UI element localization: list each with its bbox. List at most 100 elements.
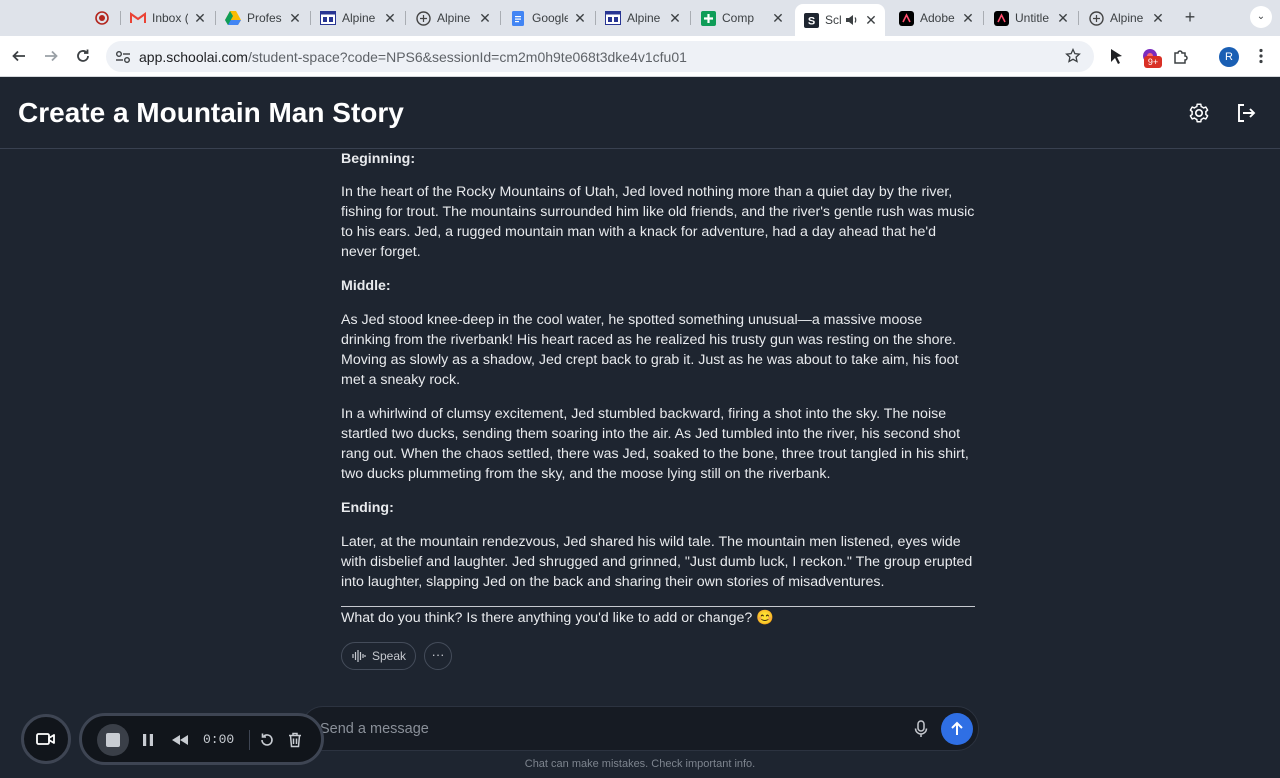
url-path: /student-space?code=NPS6&sessionId=cm2m0… [247,49,687,65]
follow-up-question: What do you think? Is there anything you… [341,610,774,626]
new-tab-button[interactable]: + [1180,7,1200,27]
delete-recording-button[interactable] [285,730,305,750]
close-icon[interactable]: ✕ [192,10,208,26]
close-icon[interactable]: ✕ [960,10,976,26]
adobe-express-icon [993,10,1009,26]
schoolai-icon: S [803,12,819,28]
more-options-button[interactable]: ··· [424,642,452,670]
speak-button[interactable]: Speak [341,642,416,670]
rewind-icon [172,735,188,745]
extension-badge: 9+ [1144,56,1162,68]
url-host: app.schoolai.com [139,49,248,65]
tab-label: Inbox ( [152,11,188,25]
close-icon[interactable]: ✕ [863,12,879,28]
close-icon[interactable]: ✕ [1150,10,1166,26]
arrow-up-icon [951,721,963,735]
recording-timer: 0:00 [203,732,235,747]
close-icon[interactable]: ✕ [667,10,683,26]
browser-toolbar: app.schoolai.com/student-space?code=NPS6… [0,36,1280,77]
site-settings-icon[interactable] [114,48,132,66]
tab-untitled[interactable]: Untitle ✕ [985,4,1077,32]
tab-schoolai-active[interactable]: S Scl ✕ [795,4,885,36]
close-icon[interactable]: ✕ [572,10,588,26]
tab-alpine-1[interactable]: Alpine ✕ [312,4,404,32]
back-button[interactable] [8,45,30,67]
ending-heading: Ending: [341,500,394,516]
beginning-heading: Beginning: [341,151,416,167]
tab-computer[interactable]: Comp ✕ [692,4,792,32]
tab-label: Alpine [627,11,661,25]
microphone-icon [914,720,928,737]
close-icon[interactable]: ✕ [477,10,493,26]
message-input[interactable] [320,719,900,739]
tab-google-docs[interactable]: Google ✕ [502,4,594,32]
reload-button[interactable] [72,45,94,67]
close-icon[interactable]: ✕ [1055,10,1071,26]
middle-paragraph-2: In a whirlwind of clumsy excitement, Jed… [341,406,969,482]
tab-search-button[interactable]: ⌄ [1250,6,1272,28]
middle-heading: Middle: [341,278,391,294]
extensions-button[interactable] [1170,45,1192,67]
adobe-express-icon [898,10,914,26]
tab-inbox[interactable]: Inbox ( ✕ [122,4,214,32]
recording-controls: 0:00 [79,713,324,765]
tab-professional[interactable]: Profes ✕ [217,4,309,32]
tab-alpine-4[interactable]: Alpine ✕ [1080,4,1172,32]
puzzle-icon [1174,50,1188,64]
tab-label: Google [532,11,568,25]
stop-recording-button[interactable] [97,724,129,756]
close-icon[interactable]: ✕ [382,10,398,26]
camera-button[interactable] [21,714,71,764]
speaker-icon[interactable] [845,13,859,30]
restart-icon [261,733,273,746]
kebab-menu-icon [1259,48,1263,64]
app-header: Create a Mountain Man Story [0,77,1280,149]
video-camera-icon [36,733,55,745]
chatgpt-icon [1088,10,1104,26]
arrow-left-icon [12,50,25,62]
cursor-arrow-icon [1111,49,1122,64]
chatgpt-icon [415,10,431,26]
tab-label: Comp [722,11,755,25]
tab-alpine-3[interactable]: Alpine ✕ [597,4,689,32]
tab-label: Profes [247,11,282,25]
tab-label: Alpine [437,11,471,25]
speak-label: Speak [372,649,407,663]
alpine-doc-icon [320,10,336,26]
extension-cursor-button[interactable] [1105,45,1127,67]
rewind-button[interactable] [170,730,190,750]
pause-button[interactable] [138,730,158,750]
trash-icon [289,732,301,748]
exit-button[interactable] [1233,100,1259,126]
tab-label: Alpine [342,11,376,25]
message-composer [301,706,979,751]
profile-avatar[interactable]: R [1219,47,1239,67]
beginning-paragraph: In the heart of the Rocky Mountains of U… [341,184,975,260]
microphone-button[interactable] [911,719,931,739]
alpine-doc-icon [605,10,621,26]
tab-alpine-2[interactable]: Alpine ✕ [407,4,499,32]
send-button[interactable] [941,713,973,745]
tab-label: Scl [825,13,842,27]
sound-wave-icon [352,649,366,663]
forward-button[interactable] [40,45,62,67]
bookmark-star-icon[interactable] [1064,47,1082,65]
divider [249,730,250,750]
page-title: Create a Mountain Man Story [18,97,404,128]
settings-button[interactable] [1186,100,1212,126]
pause-icon [143,734,153,746]
gmail-icon [130,10,146,26]
url-text: app.schoolai.com/student-space?code=NPS6… [139,49,687,65]
sign-out-icon [1238,104,1256,122]
google-docs-icon [510,10,526,26]
browser-tab-bar: Inbox ( ✕ Profes ✕ Alpine ✕ Alpine ✕ Goo… [0,0,1280,36]
arrow-right-icon [45,50,58,62]
browser-menu-button[interactable] [1250,45,1272,67]
restart-button[interactable] [257,730,277,750]
divider [341,606,975,607]
tab-recording[interactable] [86,4,120,32]
tab-adobe[interactable]: Adobe ✕ [890,4,982,32]
address-bar[interactable]: app.schoolai.com/student-space?code=NPS6… [106,41,1094,72]
close-icon[interactable]: ✕ [770,10,786,26]
close-icon[interactable]: ✕ [287,10,303,26]
